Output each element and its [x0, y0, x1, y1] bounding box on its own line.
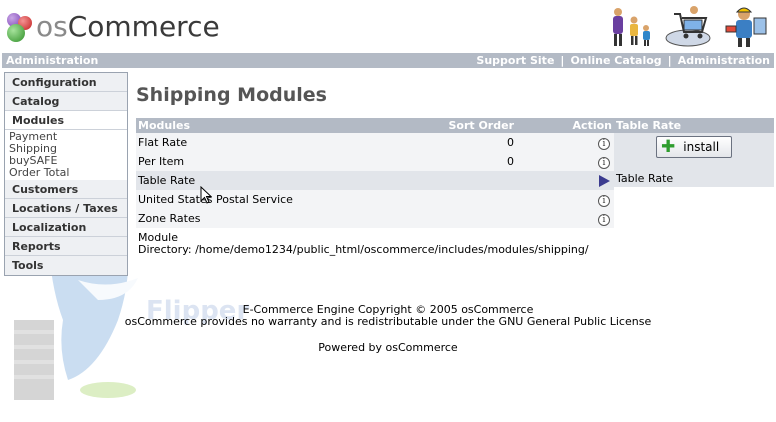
footer: E-Commerce Engine Copyright © 2005 osCom… — [0, 304, 776, 354]
sidebar-item-configuration[interactable]: Configuration — [5, 73, 127, 92]
sort-order: 0 — [426, 133, 516, 152]
sidebar-item-customers[interactable]: Customers — [5, 180, 127, 199]
sort-order — [426, 209, 516, 228]
col-action: Action — [516, 118, 614, 133]
support-worker-icon[interactable] — [720, 4, 772, 48]
info-panel-body: ✚ install — [614, 133, 774, 171]
sidebar-item-tools[interactable]: Tools — [5, 256, 127, 275]
info-panel-heading: Table Rate — [614, 118, 774, 133]
module-name: Flat Rate — [136, 133, 426, 152]
administration-link[interactable]: Administration — [678, 54, 770, 67]
selected-arrow-icon — [599, 175, 610, 187]
sidebar-item-locations-taxes[interactable]: Locations / Taxes — [5, 199, 127, 218]
logo-balls-icon — [4, 10, 34, 42]
nav-title: Administration — [6, 54, 99, 67]
sidebar-item-localization[interactable]: Localization — [5, 218, 127, 237]
sidebar-item-catalog[interactable]: Catalog — [5, 92, 127, 111]
sidebar-item-modules[interactable]: Modules — [5, 111, 127, 130]
module-info-panel: Table Rate ✚ install Table Rate — [614, 118, 774, 187]
sort-order: 0 — [426, 152, 516, 171]
sort-order — [426, 171, 516, 190]
nav-separator: | — [667, 54, 672, 67]
module-name: Zone Rates — [136, 209, 426, 228]
sidebar: Configuration Catalog Modules Payment Sh… — [4, 72, 128, 276]
sidebar-submenu-modules: Payment Shipping buySAFE Order Total — [5, 130, 127, 180]
main-content: Shipping Modules Modules Sort Order Acti… — [136, 84, 774, 256]
mouse-cursor-icon — [200, 185, 213, 204]
module-name: Table Rate — [136, 171, 426, 190]
nav-separator: | — [560, 54, 565, 67]
table-row[interactable]: Per Item 0 i — [136, 152, 614, 171]
oscommerce-logo[interactable]: osCommerce — [4, 8, 220, 44]
table-row[interactable]: Flat Rate 0 i — [136, 133, 614, 152]
plus-icon: ✚ — [661, 136, 676, 157]
module-directory: Module Directory: /home/demo1234/public_… — [138, 232, 589, 256]
install-button[interactable]: ✚ install — [656, 136, 732, 158]
top-nav-bar: Administration Support Site | Online Cat… — [2, 53, 774, 68]
info-panel-title: Table Rate — [614, 171, 774, 187]
module-directory-path: Directory: /home/demo1234/public_html/os… — [138, 243, 589, 256]
online-catalog-link[interactable]: Online Catalog — [570, 54, 661, 67]
table-row[interactable]: Zone Rates i — [136, 209, 614, 228]
logo-text: osCommerce — [36, 9, 220, 43]
col-modules: Modules — [136, 118, 426, 133]
info-icon[interactable]: i — [598, 137, 610, 150]
sidebar-subitem-order-total[interactable]: Order Total — [9, 167, 123, 179]
col-sort-order: Sort Order — [426, 118, 516, 133]
modules-table-wrap: Modules Sort Order Action Flat Rate 0 i … — [136, 118, 614, 228]
info-icon[interactable]: i — [598, 213, 610, 226]
table-header-row: Modules Sort Order Action — [136, 118, 614, 133]
footer-powered-by: Powered by osCommerce — [318, 341, 458, 354]
support-site-link[interactable]: Support Site — [476, 54, 554, 67]
module-name: Per Item — [136, 152, 426, 171]
page-title: Shipping Modules — [136, 84, 327, 106]
shopping-cart-icon[interactable] — [662, 4, 714, 48]
nav-links: Support Site | Online Catalog | Administ… — [476, 54, 770, 67]
module-name: United States Postal Service — [136, 190, 426, 209]
sort-order — [426, 190, 516, 209]
family-icon[interactable] — [604, 4, 656, 48]
header: osCommerce — [0, 0, 776, 52]
modules-table: Modules Sort Order Action Flat Rate 0 i … — [136, 118, 614, 228]
sidebar-item-reports[interactable]: Reports — [5, 237, 127, 256]
info-icon[interactable]: i — [598, 194, 610, 207]
info-icon[interactable]: i — [598, 156, 610, 169]
install-label: install — [683, 140, 720, 154]
footer-license: osCommerce provides no warranty and is r… — [124, 315, 652, 328]
header-icons — [604, 4, 772, 48]
